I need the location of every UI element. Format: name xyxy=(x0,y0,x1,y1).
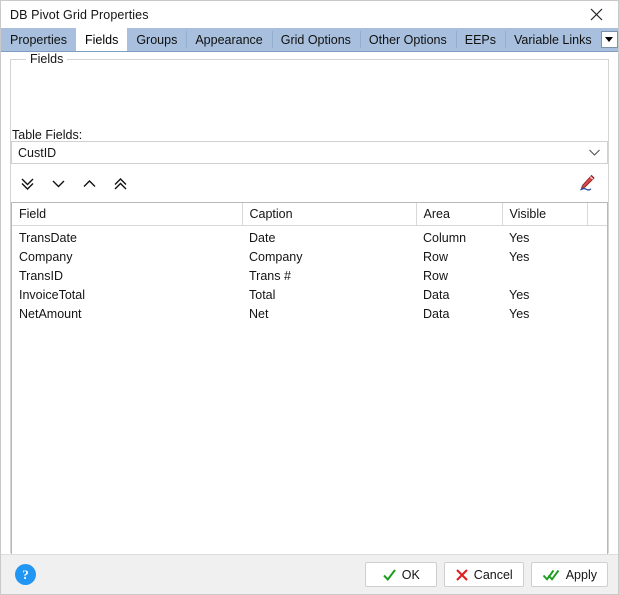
cell-area: Data xyxy=(423,287,450,302)
tab-panel-fields: Fields Table Fields: CustID Field Captio… xyxy=(1,52,618,586)
chevron-down-icon xyxy=(600,31,618,48)
fields-table: Field Caption Area Visible TransDate Dat… xyxy=(12,203,607,323)
cell-caption: Trans # xyxy=(249,268,291,283)
table-fields-value: CustID xyxy=(18,145,57,160)
tab-eeps[interactable]: EEPs xyxy=(455,28,505,51)
cell-caption: Net xyxy=(249,306,269,321)
tab-overflow-button[interactable] xyxy=(600,28,618,51)
chevron-down-glyph xyxy=(52,180,64,187)
double-chevron-up-icon[interactable] xyxy=(106,170,134,196)
cell-spacer xyxy=(587,266,607,285)
tab-fields[interactable]: Fields xyxy=(75,28,128,51)
chevron-down-icon xyxy=(581,148,607,157)
chevron-up-icon[interactable] xyxy=(75,170,103,196)
table-fields-combobox[interactable]: CustID xyxy=(11,141,608,164)
tab-appearance[interactable]: Appearance xyxy=(186,28,271,51)
table-header-row: Field Caption Area Visible xyxy=(12,203,607,226)
apply-button[interactable]: Apply xyxy=(530,562,608,587)
field-order-toolbar xyxy=(11,170,608,196)
cell-visible xyxy=(502,266,587,285)
table-row[interactable]: TransID Trans # Row xyxy=(12,266,607,285)
cell-area: Column xyxy=(423,230,467,245)
dialog-window: DB Pivot Grid Properties Properties Fiel… xyxy=(0,0,619,595)
fields-groupbox-legend: Fields xyxy=(26,52,68,66)
cell-visible: Yes xyxy=(509,287,530,302)
cell-spacer xyxy=(587,285,607,304)
table-row[interactable]: TransDate Date Column Yes xyxy=(12,226,607,248)
cell-area: Row xyxy=(423,268,449,283)
table-row[interactable]: InvoiceTotal Total Data Yes xyxy=(12,285,607,304)
double-chevron-down-icon[interactable] xyxy=(13,170,41,196)
tab-variable-links[interactable]: Variable Links xyxy=(505,28,601,51)
close-icon[interactable] xyxy=(574,1,618,28)
cell-field: TransID xyxy=(19,268,63,283)
pencil-icon[interactable] xyxy=(574,170,600,196)
chevron-glyph xyxy=(588,149,600,156)
window-title: DB Pivot Grid Properties xyxy=(10,7,149,22)
cancel-button[interactable]: Cancel xyxy=(443,562,524,587)
check-icon xyxy=(383,568,396,581)
cell-spacer xyxy=(587,226,607,248)
cell-field: NetAmount xyxy=(19,306,82,321)
cell-caption: Company xyxy=(249,249,303,264)
title-bar: DB Pivot Grid Properties xyxy=(1,1,618,28)
table-row[interactable]: Company Company Row Yes xyxy=(12,247,607,266)
fields-table-body: TransDate Date Column Yes Company Compan… xyxy=(12,226,607,324)
tab-groups[interactable]: Groups xyxy=(127,28,186,51)
ok-label: OK xyxy=(401,567,420,582)
x-icon xyxy=(456,568,468,581)
cell-area: Row xyxy=(423,249,449,264)
dialog-footer: ? OK Cancel Apply xyxy=(1,554,618,594)
fields-listbox[interactable]: Field Caption Area Visible TransDate Dat… xyxy=(11,202,608,562)
cell-field: TransDate xyxy=(19,230,77,245)
fields-table-head: Field Caption Area Visible xyxy=(12,203,607,226)
ok-button[interactable]: OK xyxy=(364,562,437,587)
tab-properties[interactable]: Properties xyxy=(1,28,76,51)
double-chevron-up-glyph xyxy=(114,177,126,189)
table-fields-label: Table Fields: xyxy=(12,128,83,142)
help-icon[interactable]: ? xyxy=(15,564,36,585)
caret-glyph xyxy=(605,37,614,42)
cell-spacer xyxy=(587,247,607,266)
apply-label: Apply xyxy=(565,567,597,582)
chevron-up-glyph xyxy=(83,179,95,187)
column-header-visible[interactable]: Visible xyxy=(502,203,588,226)
cell-visible: Yes xyxy=(509,306,530,321)
cell-caption: Total xyxy=(249,287,276,302)
pencil-glyph xyxy=(580,174,595,191)
close-glyph xyxy=(590,8,602,21)
chevron-down-icon[interactable] xyxy=(44,170,72,196)
column-header-caption[interactable]: Caption xyxy=(242,203,417,226)
double-check-icon xyxy=(542,569,559,581)
table-row[interactable]: NetAmount Net Data Yes xyxy=(12,304,607,323)
column-header-field[interactable]: Field xyxy=(12,203,243,226)
tab-grid-options[interactable]: Grid Options xyxy=(271,28,360,51)
cancel-label: Cancel xyxy=(473,567,513,582)
cell-spacer xyxy=(587,304,607,323)
cell-field: Company xyxy=(19,249,73,264)
double-chevron-down-glyph xyxy=(21,178,33,190)
cell-area: Data xyxy=(423,306,450,321)
cell-visible: Yes xyxy=(509,249,530,264)
tab-bar: Properties Fields Groups Appearance Grid… xyxy=(1,28,618,52)
column-header-spacer xyxy=(587,203,607,226)
column-header-area[interactable]: Area xyxy=(416,203,503,226)
cell-field: InvoiceTotal xyxy=(19,287,86,302)
cell-caption: Date xyxy=(249,230,276,245)
cell-visible: Yes xyxy=(509,230,530,245)
tab-other-options[interactable]: Other Options xyxy=(359,28,456,51)
